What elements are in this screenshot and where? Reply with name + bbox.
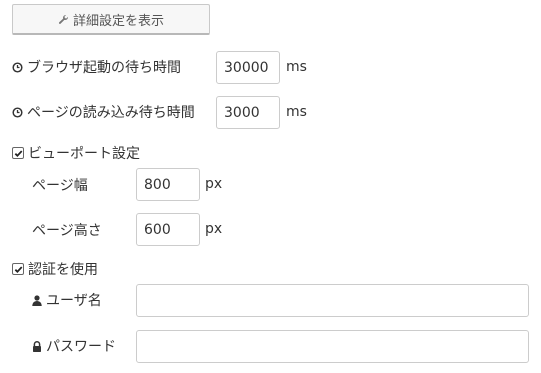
show-advanced-settings-button[interactable]: 詳細設定を表示 — [12, 4, 210, 35]
browser-timeout-label-row: ブラウザ起動の待ち時間 — [12, 58, 181, 76]
browser-timeout-input[interactable] — [216, 51, 280, 84]
auth-checkbox-label: 認証を使用 — [28, 262, 98, 278]
username-label: ユーザ名 — [46, 293, 102, 309]
page-timeout-label: ページの読み込み待ち時間 — [27, 105, 195, 121]
page-height-label: ページ高さ — [32, 223, 102, 239]
browser-timeout-label: ブラウザ起動の待ち時間 — [27, 60, 181, 76]
viewport-checkbox-row[interactable]: ビューポート設定 — [12, 144, 140, 162]
password-input[interactable] — [136, 330, 529, 363]
page-timeout-unit: ms — [286, 104, 307, 120]
page-timeout-input[interactable] — [216, 96, 280, 129]
username-label-row: ユーザ名 — [32, 291, 102, 309]
show-advanced-settings-label: 詳細設定を表示 — [72, 13, 164, 29]
username-input[interactable] — [136, 284, 529, 317]
password-label: パスワード — [46, 339, 116, 355]
lock-icon — [32, 340, 42, 352]
password-label-row: パスワード — [32, 337, 116, 355]
page-width-unit: px — [205, 176, 223, 192]
auth-checkbox-row[interactable]: 認証を使用 — [12, 260, 98, 278]
clock-icon — [12, 61, 23, 73]
auth-checkbox[interactable] — [12, 263, 24, 275]
page-height-input[interactable] — [136, 213, 200, 246]
page-width-label: ページ幅 — [32, 178, 88, 194]
page-height-unit: px — [205, 221, 223, 237]
page-timeout-label-row: ページの読み込み待ち時間 — [12, 103, 195, 121]
wrench-icon — [58, 14, 69, 25]
clock-icon — [12, 106, 23, 118]
browser-timeout-unit: ms — [286, 59, 307, 75]
viewport-checkbox-label: ビューポート設定 — [28, 146, 140, 162]
user-icon — [32, 294, 42, 306]
page-width-input[interactable] — [136, 168, 200, 201]
viewport-checkbox[interactable] — [12, 147, 24, 159]
